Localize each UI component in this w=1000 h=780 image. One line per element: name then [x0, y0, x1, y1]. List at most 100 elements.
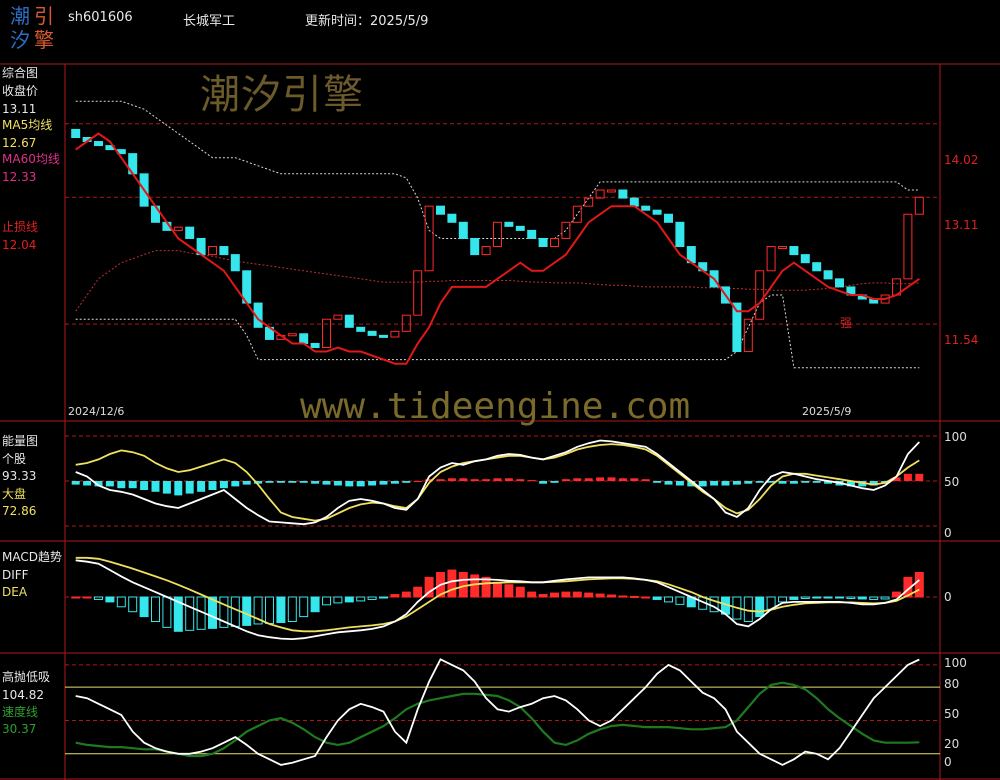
hl-value: 104.82	[2, 688, 44, 702]
candle	[675, 221, 685, 248]
strong-marker: 强	[840, 316, 853, 330]
energy-bar	[231, 481, 240, 487]
axis-tick-energy: 100	[944, 430, 967, 444]
macd-bar	[265, 596, 274, 624]
url-watermark: www.tideengine.com	[300, 386, 691, 427]
energy-bar	[504, 478, 513, 481]
energy-bar	[242, 481, 251, 485]
macd-bar	[299, 596, 309, 618]
candle	[173, 226, 183, 231]
macd-bar	[800, 596, 810, 599]
energy-bar	[493, 478, 502, 481]
macd-bar	[379, 596, 388, 599]
energy-bar	[630, 478, 639, 481]
macd-bar	[504, 584, 514, 598]
axis-tick-price: 13.11	[944, 218, 979, 232]
logo-char: 汐	[10, 28, 30, 52]
energy-bar	[265, 481, 274, 483]
brand-watermark: 潮汐引擎	[200, 72, 364, 118]
macd-bar	[584, 592, 594, 598]
panel2-title: 能量图	[2, 434, 39, 448]
candle	[914, 196, 924, 215]
macd-bar	[367, 596, 377, 600]
macd-bar	[230, 596, 240, 627]
stock-value: 93.33	[2, 469, 37, 483]
market-value: 72.86	[2, 504, 37, 518]
energy-bar	[197, 481, 206, 492]
candle	[208, 246, 217, 256]
hl-line	[75, 658, 920, 766]
energy-bar	[459, 478, 468, 481]
macd-bar	[869, 596, 879, 600]
energy-bar	[698, 481, 707, 487]
stop-value: 12.04	[2, 238, 37, 252]
macd-bar	[595, 593, 605, 598]
energy-bar	[83, 481, 92, 486]
date-end: 2025/5/9	[802, 405, 852, 418]
energy-bar	[151, 481, 160, 492]
ma60-label: MA60均线	[2, 152, 60, 166]
energy-bar	[345, 481, 354, 487]
candle	[800, 254, 810, 264]
energy-bar	[915, 473, 924, 481]
macd-bar	[812, 596, 822, 599]
energy-bar	[607, 477, 616, 481]
energy-bar	[482, 479, 491, 481]
macd-bar	[356, 596, 366, 602]
macd-panel	[65, 556, 940, 641]
macd-bar	[607, 594, 616, 598]
logo-char: 潮	[10, 4, 30, 28]
macd-bar	[401, 591, 411, 598]
candle	[538, 237, 548, 248]
energy-bar	[778, 481, 787, 484]
candle	[71, 128, 81, 139]
update-time: 更新时间：2025/5/9	[305, 10, 428, 29]
macd-bar	[527, 591, 537, 598]
macd-bar	[835, 596, 844, 599]
dea-label: DEA	[2, 585, 28, 599]
energy-bar	[755, 481, 764, 483]
energy-bar	[561, 479, 570, 481]
macd-bar	[914, 572, 924, 598]
macd-bar	[333, 596, 343, 604]
energy-bar	[117, 481, 126, 489]
candle	[367, 330, 377, 336]
candle	[379, 334, 388, 338]
energy-bar	[105, 481, 114, 487]
macd-bar	[789, 596, 799, 600]
axis-tick-hl: 50	[944, 707, 960, 721]
candle	[413, 270, 423, 316]
candle	[481, 246, 491, 256]
energy-bar	[140, 481, 149, 490]
axis-tick-hl: 80	[944, 677, 960, 691]
energy-bar	[413, 481, 422, 482]
macd-bar	[185, 596, 195, 631]
energy-bar	[641, 479, 650, 481]
stock-label: 个股	[2, 452, 27, 466]
macd-bar	[515, 586, 525, 598]
macd-bar	[880, 596, 890, 600]
energy-bar	[584, 478, 593, 481]
candle	[401, 314, 411, 332]
candle	[652, 209, 662, 215]
macd-bar	[846, 596, 856, 599]
candle	[356, 326, 366, 332]
macd-bar	[128, 596, 138, 613]
energy-bar	[732, 481, 741, 485]
candle	[607, 189, 616, 193]
candle	[823, 270, 833, 280]
macd-bar	[857, 596, 867, 600]
energy-bar	[903, 473, 912, 481]
macd-bar	[162, 596, 172, 628]
macd-bar	[629, 596, 639, 599]
candle	[390, 330, 400, 338]
macd-bar	[105, 596, 115, 603]
macd-bar	[618, 595, 628, 598]
energy-bar	[675, 481, 684, 486]
candle	[618, 189, 628, 199]
candle	[94, 141, 103, 147]
macd-bar	[641, 596, 651, 599]
energy-bar	[208, 481, 217, 490]
energy-bar	[618, 478, 627, 481]
macd-bar	[82, 596, 92, 599]
